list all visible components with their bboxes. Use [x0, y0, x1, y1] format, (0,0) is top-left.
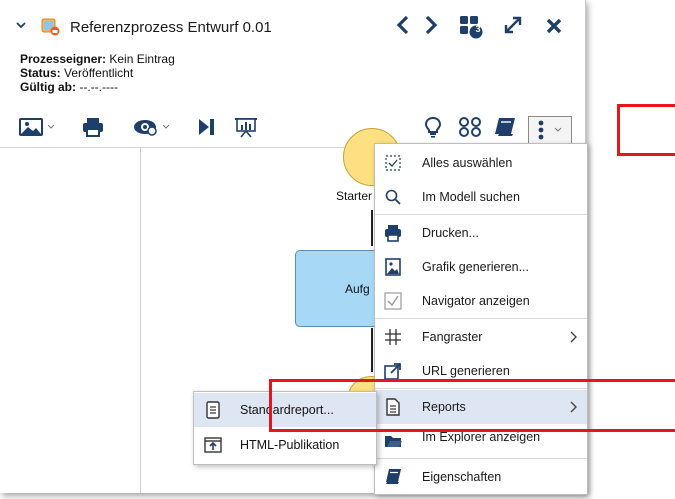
title-bar: Referenzprozess Entwurf 0.01 3	[0, 0, 585, 50]
menu-separator	[375, 318, 587, 319]
chevron-down-icon	[47, 124, 55, 129]
presentation-button[interactable]	[234, 114, 258, 140]
lightbulb-icon	[424, 116, 442, 138]
report-icon	[206, 401, 220, 419]
start-event-label: Starter	[336, 189, 373, 203]
sequence-flow[interactable]	[371, 210, 373, 246]
menu-item-print[interactable]: Drucken...	[375, 216, 587, 250]
step-button[interactable]	[198, 114, 216, 140]
print-icon	[83, 118, 103, 137]
chevron-down-icon[interactable]	[16, 20, 26, 30]
menu-item-properties[interactable]: Eigenschaften	[375, 460, 587, 494]
more-icon	[538, 120, 544, 140]
publish-icon	[204, 437, 222, 453]
external-link-icon	[384, 363, 401, 380]
notification-badge: 3	[475, 24, 481, 34]
nodes-icon	[459, 117, 481, 137]
menu-item-select-all[interactable]: Alles auswählen	[375, 146, 587, 180]
checkbox-icon	[384, 292, 402, 310]
previous-icon[interactable]	[396, 14, 410, 36]
step-icon	[199, 119, 214, 135]
submenu-item-html-publication[interactable]: HTML-Publikation	[194, 428, 376, 462]
menu-item-snap-grid[interactable]: Fangraster	[375, 320, 587, 354]
status-row: Status: Veröffentlicht	[20, 66, 134, 80]
chevron-down-icon	[162, 124, 170, 129]
valid-from-row: Gültig ab: --.--.----	[20, 80, 118, 94]
presentation-icon	[235, 118, 257, 138]
book-icon	[495, 118, 515, 136]
image-dropdown[interactable]	[18, 114, 55, 140]
menu-separator	[375, 458, 587, 459]
print-icon	[385, 225, 401, 242]
tips-button[interactable]	[424, 114, 442, 140]
menu-item-generate-graphic[interactable]: Grafik generieren...	[375, 250, 587, 284]
select-all-icon	[385, 155, 401, 171]
sequence-flow[interactable]	[371, 328, 373, 372]
eye-icon	[134, 120, 157, 136]
view-dropdown[interactable]	[133, 114, 170, 140]
folder-icon	[385, 436, 402, 447]
book-icon	[386, 469, 401, 484]
search-icon	[385, 189, 401, 205]
menu-item-show-navigator[interactable]: Navigator anzeigen	[375, 284, 587, 318]
chevron-right-icon	[570, 331, 577, 343]
highlight-box-reports	[269, 379, 675, 432]
book-button[interactable]	[494, 114, 516, 140]
nodes-button[interactable]	[458, 114, 482, 140]
context-menu: Alles auswählen Im Modell suchen Drucken…	[374, 143, 588, 495]
menu-item-search-model[interactable]: Im Modell suchen	[375, 180, 587, 214]
process-metadata: Prozesseigner: Kein Eintrag Status: Verö…	[20, 52, 175, 94]
task-label: Aufg	[345, 282, 370, 296]
grid-icon	[385, 329, 401, 345]
expand-icon[interactable]	[502, 14, 524, 36]
owner-row: Prozesseigner: Kein Eintrag	[20, 52, 175, 66]
navigator-divider[interactable]	[140, 148, 141, 493]
print-button[interactable]	[82, 114, 104, 140]
next-icon[interactable]	[424, 14, 438, 36]
menu-separator	[375, 214, 587, 215]
image-icon	[19, 118, 43, 136]
window-title: Referenzprozess Entwurf 0.01	[70, 19, 272, 36]
close-icon[interactable]	[544, 16, 564, 36]
more-options-button[interactable]	[528, 116, 572, 144]
chevron-down-icon	[554, 127, 562, 132]
process-model-icon	[41, 18, 60, 36]
highlight-box-more-options	[617, 104, 675, 156]
toolbar	[0, 108, 585, 146]
image-icon	[385, 258, 401, 276]
